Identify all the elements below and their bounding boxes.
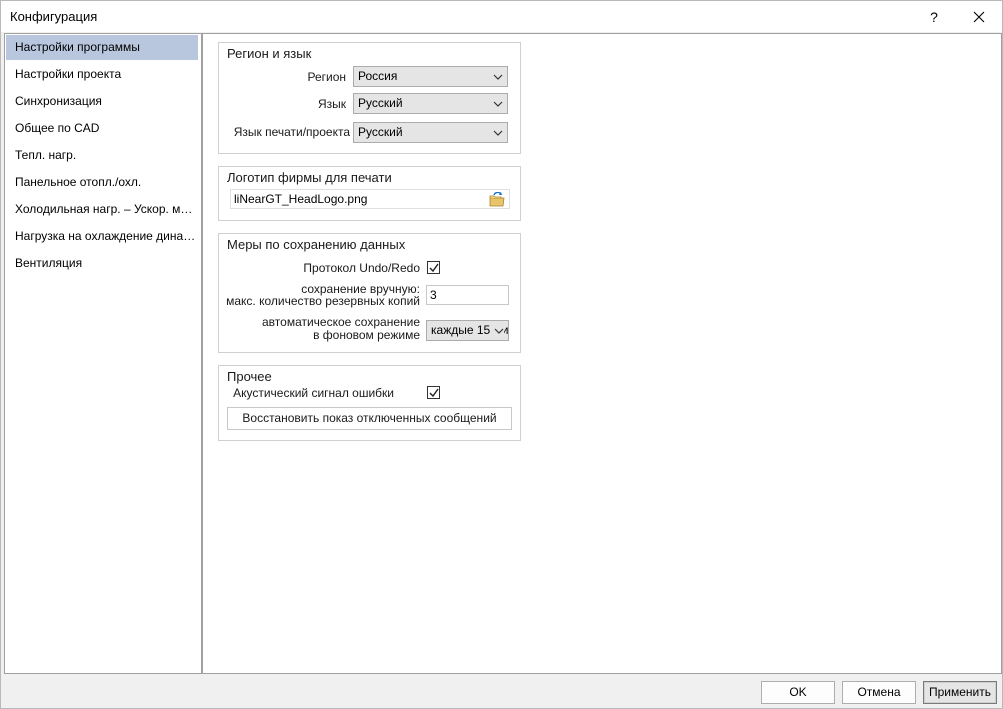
settings-panel: Регион и язык Регион Россия Язык Русский… <box>202 33 1002 674</box>
print-language-value: Русский <box>358 125 403 139</box>
company-logo-group: Логотип фирмы для печати liNearGT_HeadLo… <box>218 166 521 221</box>
region-label: Регион <box>307 70 346 84</box>
language-label: Язык <box>317 97 346 111</box>
group-title: Прочее <box>227 369 272 384</box>
nav-item-ventilation[interactable]: Вентиляция <box>6 251 198 276</box>
chevron-down-icon <box>494 326 504 336</box>
backup-count-input[interactable]: 3 <box>426 285 509 305</box>
nav-item-program-settings[interactable]: Настройки программы <box>6 35 198 60</box>
other-group: Прочее Акустический сигнал ошибки Восста… <box>218 365 521 441</box>
close-button[interactable] <box>956 1 1002 32</box>
region-language-group: Регион и язык Регион Россия Язык Русский… <box>218 42 521 154</box>
checkmark-icon <box>429 388 439 398</box>
checkmark-icon <box>429 263 439 273</box>
group-title: Меры по сохранению данных <box>227 237 406 252</box>
ok-button[interactable]: OK <box>761 681 835 704</box>
logo-file-value: liNearGT_HeadLogo.png <box>234 192 368 206</box>
configuration-dialog: Конфигурация ? Настройки программы Настр… <box>0 0 1003 709</box>
nav-item-panel-heating[interactable]: Панельное отопл./охл. <box>6 170 198 195</box>
cancel-button[interactable]: Отмена <box>842 681 916 704</box>
nav-item-cad-general[interactable]: Общее по CAD <box>6 116 198 141</box>
window-title: Конфигурация <box>10 9 98 24</box>
undo-redo-checkbox[interactable] <box>427 261 440 274</box>
nav-item-sync[interactable]: Синхронизация <box>6 89 198 114</box>
help-icon: ? <box>930 8 938 25</box>
print-language-label: Язык печати/проекта <box>233 125 350 139</box>
nav-item-cooling-dynamic[interactable]: Нагрузка на охлаждение динамическая <box>6 224 198 249</box>
backup-count-value: 3 <box>430 288 437 302</box>
language-value: Русский <box>358 96 403 110</box>
nav-item-project-settings[interactable]: Настройки проекта <box>6 62 198 87</box>
nav-item-heat-load[interactable]: Тепл. нагр. <box>6 143 198 168</box>
backup-count-label: макс. количество резервных копий <box>226 294 420 308</box>
background-mode-label: в фоновом режиме <box>313 328 420 342</box>
group-title: Регион и язык <box>227 46 312 61</box>
error-beep-label: Акустический сигнал ошибки <box>233 386 394 400</box>
undo-redo-label: Протокол Undo/Redo <box>303 261 420 275</box>
auto-save-interval-select[interactable]: каждые 15 мин <box>426 320 509 341</box>
error-beep-checkbox[interactable] <box>427 386 440 399</box>
chevron-down-icon <box>493 74 503 80</box>
help-button[interactable]: ? <box>911 1 957 32</box>
group-title: Логотип фирмы для печати <box>227 170 392 185</box>
region-value: Россия <box>358 69 398 83</box>
apply-button[interactable]: Применить <box>923 681 997 704</box>
nav-item-cooling-fast[interactable]: Холодильная нагр. – Ускор. метод <box>6 197 198 222</box>
logo-file-field[interactable]: liNearGT_HeadLogo.png <box>230 189 510 209</box>
chevron-down-icon <box>493 130 503 136</box>
data-save-group: Меры по сохранению данных Протокол Undo/… <box>218 233 521 353</box>
folder-open-icon[interactable] <box>489 192 505 207</box>
print-language-select[interactable]: Русский <box>353 122 508 143</box>
close-icon <box>973 11 985 22</box>
chevron-down-icon <box>493 101 503 107</box>
auto-save-label: автоматическое сохранение <box>262 315 420 329</box>
region-select[interactable]: Россия <box>353 66 508 87</box>
restore-messages-button[interactable]: Восстановить показ отключенных сообщений <box>227 407 512 430</box>
settings-nav: Настройки программы Настройки проекта Си… <box>4 33 202 674</box>
language-select[interactable]: Русский <box>353 93 508 114</box>
title-bar: Конфигурация ? <box>1 1 1002 32</box>
